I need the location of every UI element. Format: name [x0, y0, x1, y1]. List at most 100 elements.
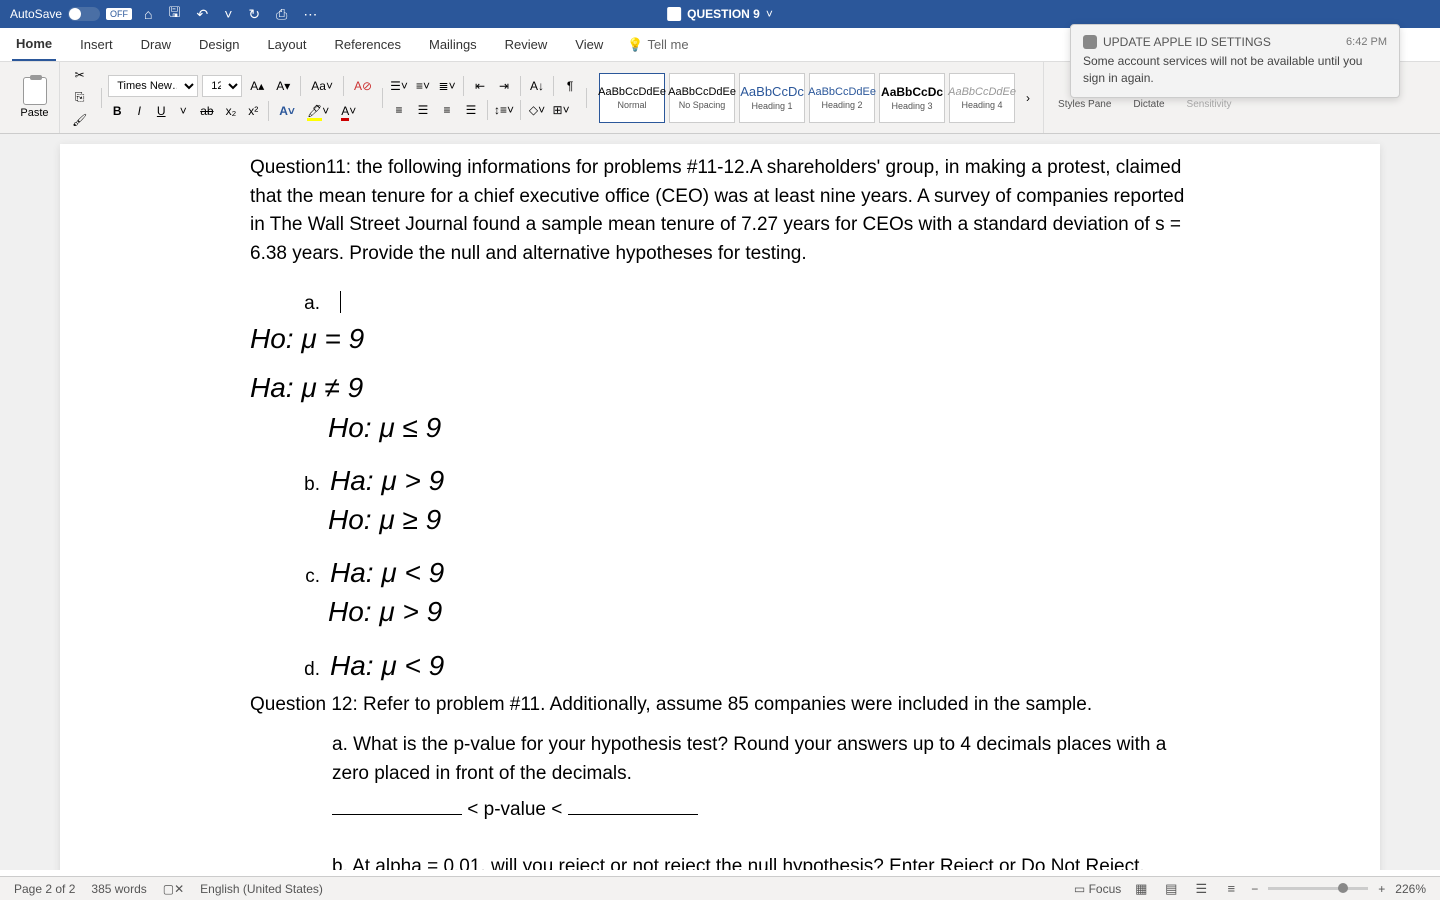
multilevel-button[interactable]: ≣˅: [437, 76, 457, 96]
system-notification[interactable]: UPDATE APPLE ID SETTINGS 6:42 PM Some ac…: [1070, 24, 1400, 98]
subscript-button[interactable]: x₂: [222, 102, 241, 120]
underline-button[interactable]: U: [152, 102, 170, 120]
zoom-slider[interactable]: [1268, 887, 1368, 890]
zoom-level[interactable]: 226%: [1395, 882, 1426, 896]
decrease-indent-button[interactable]: ⇤: [470, 76, 490, 96]
tell-me-search[interactable]: 💡 Tell me: [627, 37, 688, 53]
styles-more-button[interactable]: ›: [1019, 89, 1037, 107]
text-cursor: [340, 291, 341, 313]
align-center-button[interactable]: ☰: [413, 100, 433, 120]
cut-icon[interactable]: ✂: [68, 66, 91, 84]
paste-button[interactable]: Paste: [20, 107, 48, 119]
font-color-button[interactable]: A˅: [337, 102, 360, 120]
paragraph-group: ☰˅ ≡˅ ≣˅ ⇤ ⇥ A↓ ¶ ≡ ☰ ≡ ☰ ↕≡˅ ◇˅ ⊞˅: [389, 76, 580, 120]
increase-indent-button[interactable]: ⇥: [494, 76, 514, 96]
draft-view[interactable]: ≡: [1221, 881, 1241, 897]
more-icon[interactable]: ⋯: [299, 6, 321, 23]
chevron-down-icon[interactable]: ˅: [766, 7, 773, 21]
italic-button[interactable]: I: [130, 102, 148, 120]
notification-body: Some account services will not be availa…: [1083, 53, 1387, 87]
toggle-switch[interactable]: [68, 7, 100, 21]
borders-button[interactable]: ⊞˅: [551, 100, 571, 120]
numbering-button[interactable]: ≡˅: [413, 76, 433, 96]
decrease-font-icon[interactable]: A▾: [272, 77, 294, 95]
style-no-spacing[interactable]: AaBbCcDdEe No Spacing: [669, 73, 735, 123]
strikethrough-button[interactable]: ab: [196, 102, 217, 120]
sort-button[interactable]: A↓: [527, 76, 547, 96]
align-left-button[interactable]: ≡: [389, 100, 409, 120]
style-normal[interactable]: AaBbCcDdEe Normal: [599, 73, 665, 123]
print-icon[interactable]: ⎙: [272, 6, 291, 23]
clear-format-icon[interactable]: A⊘: [350, 77, 376, 95]
option-b-ha: Ha: μ > 9: [330, 465, 444, 496]
question-11-text: Question11: the following informations f…: [250, 154, 1190, 268]
outline-view[interactable]: ☰: [1191, 881, 1211, 897]
tab-mailings[interactable]: Mailings: [425, 29, 481, 60]
zoom-in-button[interactable]: +: [1378, 882, 1385, 896]
undo-icon[interactable]: ↶: [192, 6, 212, 23]
question-12a-text: a. What is the p-value for your hypothes…: [332, 731, 1190, 788]
justify-button[interactable]: ☰: [461, 100, 481, 120]
bulb-icon: 💡: [627, 37, 643, 53]
paste-icon[interactable]: [23, 77, 47, 105]
style-heading-3[interactable]: AaBbCcDc Heading 3: [879, 73, 945, 123]
tab-layout[interactable]: Layout: [263, 29, 310, 60]
change-case-button[interactable]: Aa˅: [307, 77, 337, 95]
apple-icon: [1083, 35, 1097, 49]
increase-font-icon[interactable]: A▴: [246, 77, 268, 95]
zoom-out-button[interactable]: −: [1251, 882, 1258, 896]
tab-insert[interactable]: Insert: [76, 29, 117, 60]
underline-dropdown[interactable]: ˅: [174, 102, 192, 120]
align-right-button[interactable]: ≡: [437, 100, 457, 120]
tab-design[interactable]: Design: [195, 29, 243, 60]
redo-icon[interactable]: ↻: [244, 6, 264, 23]
tab-view[interactable]: View: [571, 29, 607, 60]
document-page[interactable]: Question11: the following informations f…: [60, 144, 1380, 870]
tab-draw[interactable]: Draw: [137, 29, 175, 60]
style-heading-1[interactable]: AaBbCcDc Heading 1: [739, 73, 805, 123]
format-painter-icon[interactable]: 🖌: [68, 111, 91, 129]
option-d-ho: Ho: μ > 9: [328, 592, 1190, 631]
document-canvas[interactable]: Question11: the following informations f…: [0, 134, 1440, 870]
focus-mode-button[interactable]: ▭ Focus: [1074, 882, 1121, 896]
page-indicator[interactable]: Page 2 of 2: [14, 882, 75, 896]
text-effects-button[interactable]: A˅: [275, 102, 299, 120]
option-a-line1: Ho: μ = 9: [250, 319, 1190, 358]
home-icon[interactable]: ⌂: [140, 6, 156, 22]
tab-home[interactable]: Home: [12, 28, 56, 61]
question-12-text: Question 12: Refer to problem #11. Addit…: [250, 691, 1190, 720]
option-c-ho: Ho: μ ≥ 9: [328, 500, 1190, 539]
chevron-down-icon[interactable]: ˅: [220, 6, 236, 22]
status-bar: Page 2 of 2 385 words ▢✕ English (United…: [0, 876, 1440, 900]
line-spacing-button[interactable]: ↕≡˅: [494, 100, 514, 120]
autosave-toggle[interactable]: AutoSave OFF: [10, 7, 132, 21]
font-name-select[interactable]: Times New…: [108, 75, 198, 97]
web-layout-view[interactable]: ▤: [1161, 881, 1181, 897]
option-a-line2: Ha: μ ≠ 9: [250, 368, 1190, 407]
word-count[interactable]: 385 words: [91, 882, 146, 896]
tab-references[interactable]: References: [331, 29, 405, 60]
notification-title: UPDATE APPLE ID SETTINGS: [1103, 35, 1271, 49]
question-12a-blanks: < p-value <: [332, 796, 1190, 825]
language-indicator[interactable]: English (United States): [200, 882, 323, 896]
autosave-label: AutoSave: [10, 7, 62, 21]
option-b-ho: Ho: μ ≤ 9: [328, 408, 1190, 447]
notification-time: 6:42 PM: [1346, 36, 1387, 48]
save-icon[interactable]: 🖫: [165, 2, 185, 26]
bold-button[interactable]: B: [108, 102, 126, 120]
superscript-button[interactable]: x²: [244, 102, 262, 120]
style-heading-4[interactable]: AaBbCcDdEe Heading 4: [949, 73, 1015, 123]
question-12b-text: b. At alpha = 0.01, will you reject or n…: [332, 853, 1190, 870]
print-layout-view[interactable]: ▦: [1131, 881, 1151, 897]
document-title[interactable]: QUESTION 9 ˅: [667, 7, 773, 21]
font-size-select[interactable]: 12: [202, 75, 242, 97]
copy-icon[interactable]: ⎘: [68, 88, 91, 107]
spellcheck-icon[interactable]: ▢✕: [163, 882, 184, 896]
autosave-state: OFF: [106, 8, 132, 20]
highlight-button[interactable]: 🖊˅: [303, 102, 333, 120]
show-marks-button[interactable]: ¶: [560, 76, 580, 96]
bullets-button[interactable]: ☰˅: [389, 76, 409, 96]
style-heading-2[interactable]: AaBbCcDdEe Heading 2: [809, 73, 875, 123]
tab-review[interactable]: Review: [501, 29, 552, 60]
shading-button[interactable]: ◇˅: [527, 100, 547, 120]
